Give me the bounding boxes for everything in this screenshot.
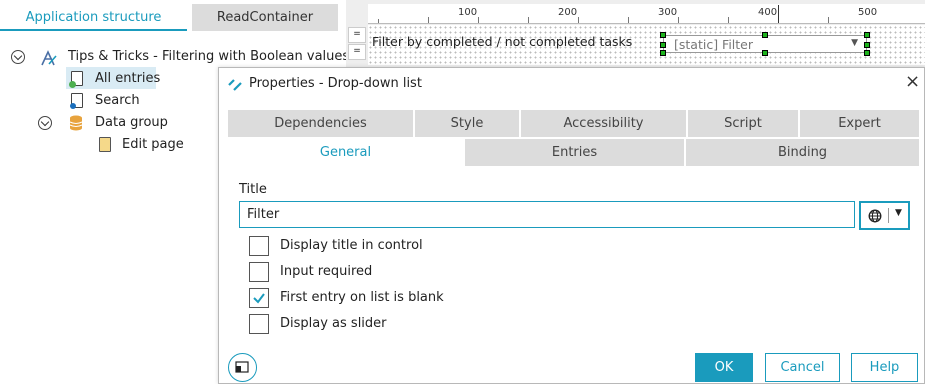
design-canvas[interactable]: Filter by completed / not completed task… bbox=[368, 25, 925, 65]
window-icon bbox=[235, 361, 249, 373]
help-button[interactable]: Help bbox=[851, 353, 918, 382]
resize-handle[interactable] bbox=[864, 32, 870, 38]
tree-item-all-entries[interactable]: All entries bbox=[95, 68, 160, 90]
tree-app-label[interactable]: Tips & Tricks - Filtering with Boolean v… bbox=[68, 46, 349, 68]
canvas-row-label[interactable]: Filter by completed / not completed task… bbox=[372, 34, 632, 49]
checkbox-display-slider-label: Display as slider bbox=[280, 316, 387, 331]
ruler-label: 500 bbox=[858, 7, 878, 18]
title-input[interactable]: Filter bbox=[239, 201, 855, 228]
ok-button[interactable]: OK bbox=[695, 353, 753, 382]
cancel-button[interactable]: Cancel bbox=[765, 353, 840, 382]
ruler-label: 300 bbox=[658, 7, 678, 18]
resize-handle[interactable] bbox=[762, 50, 768, 56]
collapse-icon[interactable] bbox=[38, 116, 52, 130]
checkbox-display-title[interactable] bbox=[249, 236, 269, 256]
page-icon bbox=[99, 137, 111, 152]
title-input-value: Filter bbox=[247, 207, 280, 222]
row-handle[interactable]: = bbox=[348, 44, 366, 60]
ruler: 100 200 300 400 500 bbox=[368, 4, 925, 24]
tab-readcontainer[interactable]: ReadContainer bbox=[192, 4, 338, 31]
checkmark-icon bbox=[253, 293, 265, 304]
tree-item-search[interactable]: Search bbox=[95, 90, 140, 112]
ruler-label: 100 bbox=[458, 7, 478, 18]
checkbox-first-entry-blank-label: First entry on list is blank bbox=[280, 290, 444, 305]
properties-dialog: Properties - Drop-down list × Dependenci… bbox=[218, 67, 925, 384]
ruler-label: 400 bbox=[758, 7, 778, 18]
tab-dependencies[interactable]: Dependencies bbox=[228, 110, 413, 137]
general-pane: Title Filter ▼ Display title in control … bbox=[229, 168, 921, 343]
tab-expert[interactable]: Expert bbox=[800, 110, 919, 137]
checkbox-first-entry-blank[interactable] bbox=[249, 288, 269, 308]
resize-handle[interactable] bbox=[864, 42, 870, 48]
dialog-title: Properties - Drop-down list bbox=[249, 76, 422, 91]
app-logo-icon bbox=[228, 79, 242, 91]
close-icon[interactable]: × bbox=[905, 73, 920, 91]
layout-button[interactable] bbox=[228, 353, 257, 382]
resize-handle[interactable] bbox=[864, 50, 870, 56]
ruler-label: 200 bbox=[558, 7, 578, 18]
search-badge bbox=[70, 103, 76, 109]
checkbox-input-required-label: Input required bbox=[280, 264, 373, 279]
form-badge bbox=[69, 81, 76, 88]
collapse-icon[interactable] bbox=[11, 50, 25, 64]
tab-general[interactable]: General bbox=[228, 139, 463, 168]
canvas-dropdown-text: [static] Filter bbox=[674, 37, 754, 52]
resize-handle[interactable] bbox=[660, 32, 666, 38]
tree-item-data-group[interactable]: Data group bbox=[95, 112, 168, 134]
chevron-down-icon: ▼ bbox=[895, 208, 902, 218]
language-dropdown[interactable]: ▼ bbox=[859, 201, 910, 230]
resize-handle[interactable] bbox=[660, 42, 666, 48]
tab-accessibility[interactable]: Accessibility bbox=[521, 110, 686, 137]
tab-script[interactable]: Script bbox=[688, 110, 798, 137]
title-field-label: Title bbox=[239, 182, 267, 197]
tree-item-edit-page[interactable]: Edit page bbox=[122, 134, 184, 156]
resize-handle[interactable] bbox=[762, 32, 768, 38]
resize-handle[interactable] bbox=[660, 50, 666, 56]
database-icon bbox=[69, 115, 83, 131]
chevron-down-icon: ▼ bbox=[851, 38, 858, 48]
checkbox-display-slider[interactable] bbox=[249, 314, 269, 334]
tab-binding[interactable]: Binding bbox=[686, 139, 919, 166]
tab-application-structure[interactable]: Application structure bbox=[0, 4, 187, 31]
tab-style[interactable]: Style bbox=[415, 110, 519, 137]
app-icon bbox=[41, 50, 57, 66]
row-handle[interactable]: = bbox=[348, 27, 366, 43]
checkbox-display-title-label: Display title in control bbox=[280, 238, 423, 253]
tab-entries[interactable]: Entries bbox=[465, 139, 684, 166]
globe-icon bbox=[868, 209, 882, 223]
checkbox-input-required[interactable] bbox=[249, 262, 269, 282]
